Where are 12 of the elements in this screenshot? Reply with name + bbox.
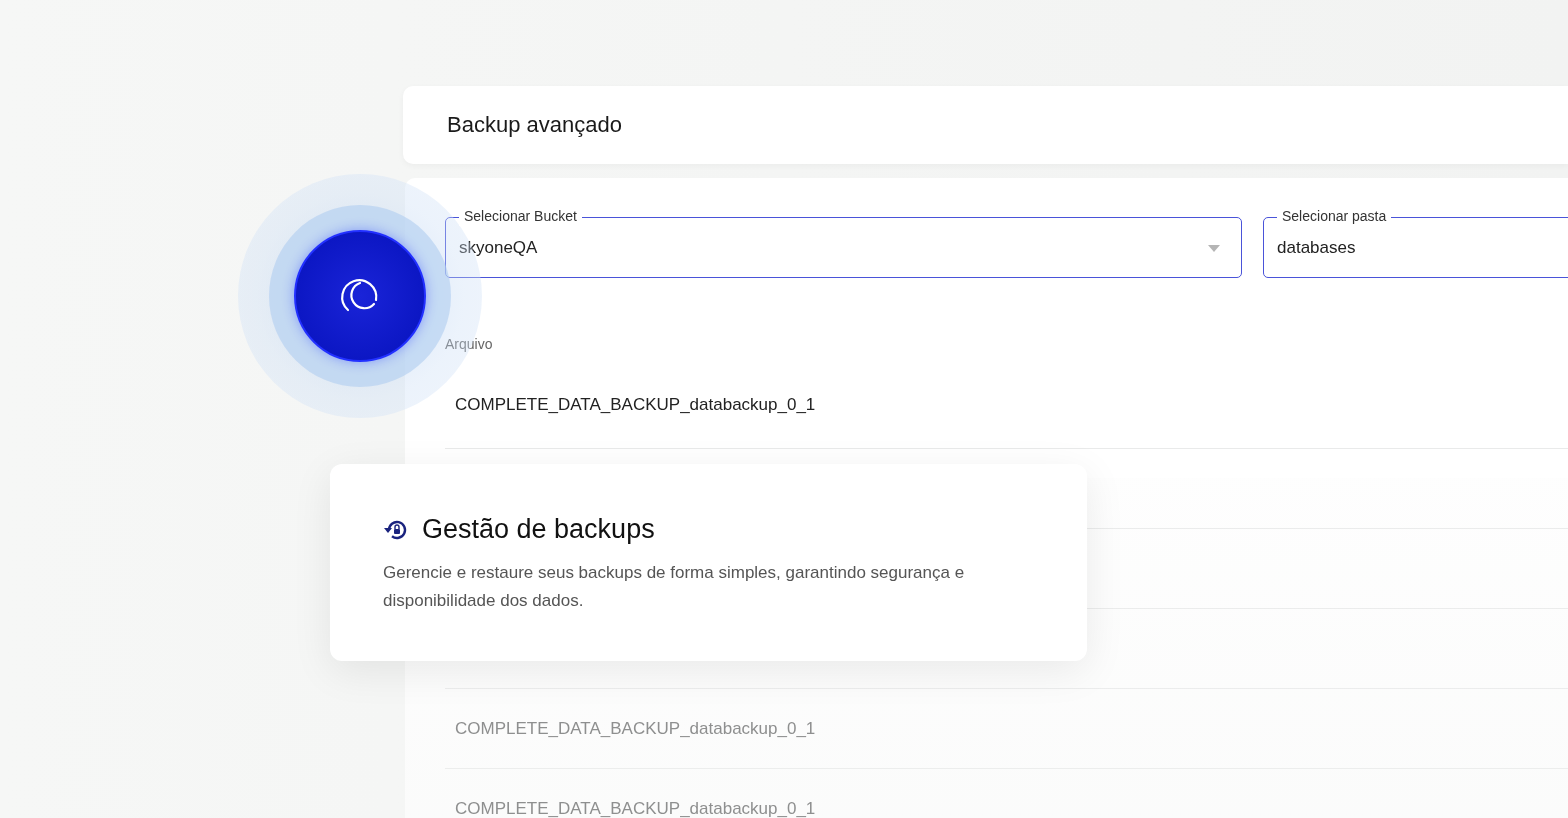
bucket-select[interactable]: Selecionar Bucket skyoneQA [445,206,1242,278]
field-value: skyoneQA [459,238,538,258]
field-value: databases [1277,238,1356,258]
column-heading: Arquivo [445,336,494,352]
sync-button[interactable] [294,230,426,362]
page-title: Backup avançado [447,112,622,138]
caret-icon [1208,244,1220,252]
card-title: Gestão de backups [422,514,655,545]
file-name: COMPLETE_DATA_BACKUP_databackup_0_1 [455,798,816,818]
card-description: Gerencie e restaure seus backups de forma simples, garantindo segurança e disponibilidade dos dados. [383,562,966,612]
file-name: COMPLETE_DATA_BACKUP_databackup_0_1 [455,395,816,415]
file-name: COMPLETE_DATA_BACKUP_databackup_0_1 [455,718,816,739]
